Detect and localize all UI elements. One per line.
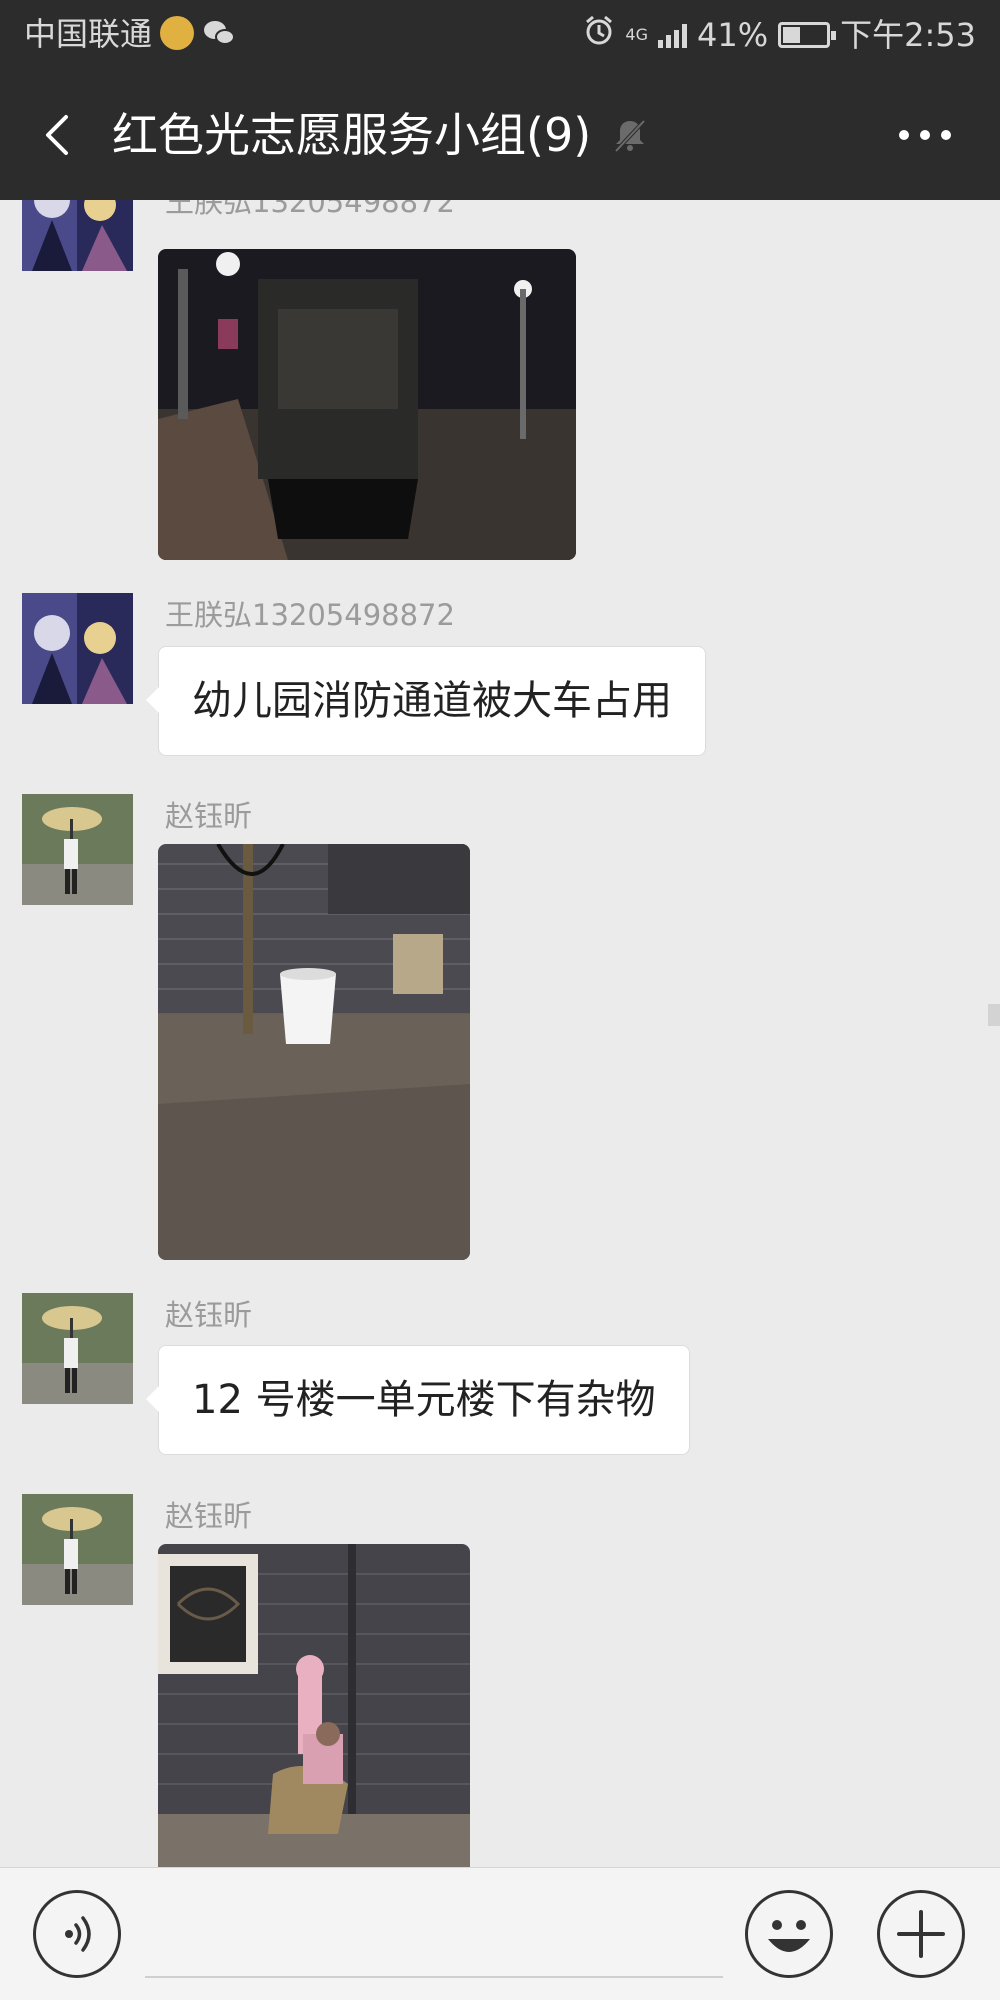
wechat-notification-icon <box>202 16 236 50</box>
emoji-button[interactable] <box>745 1890 833 1978</box>
network-type: 4G <box>625 24 648 44</box>
message-list[interactable]: 王朕弘13205498872 王朕弘13205498872 幼儿园消防通道被大车… <box>0 200 1000 1867</box>
image-message[interactable] <box>158 1544 470 1867</box>
voice-icon <box>65 1916 91 1952</box>
plus-icon <box>897 1910 945 1958</box>
message-text: 幼儿园消防通道被大车占用 <box>192 678 672 724</box>
avatar[interactable] <box>22 593 133 704</box>
sender-name: 王朕弘13205498872 <box>165 200 455 219</box>
battery-percent: 41% <box>697 15 769 54</box>
sender-name: 王朕弘13205498872 <box>165 598 455 632</box>
avatar[interactable] <box>22 794 133 905</box>
plus-button[interactable] <box>877 1890 965 1978</box>
clock: 下午2:53 <box>840 15 976 54</box>
avatar[interactable] <box>22 1494 133 1605</box>
chevron-left-icon <box>46 115 68 155</box>
bell-off-icon <box>610 115 650 155</box>
sender-name: 赵钰昕 <box>165 1499 253 1533</box>
more-dots-icon <box>899 130 951 140</box>
more-button[interactable] <box>890 115 960 155</box>
image-message[interactable] <box>158 249 576 560</box>
avatar[interactable] <box>22 200 133 271</box>
text-message-bubble[interactable]: 12 号楼一单元楼下有杂物 <box>146 1345 690 1455</box>
scroll-indicator[interactable] <box>988 1004 1000 1026</box>
chat-header: 红色光志愿服务小组(9) <box>0 70 1000 200</box>
image-message[interactable] <box>158 844 470 1260</box>
signal-icon <box>658 22 687 48</box>
sender-name: 赵钰昕 <box>165 799 253 833</box>
status-bar: 中国联通 4G 41% 下午2:53 <box>0 0 1000 70</box>
battery-icon <box>778 21 837 48</box>
chat-title[interactable]: 红色光志愿服务小组(9) <box>112 102 591 168</box>
back-button[interactable] <box>30 105 90 165</box>
alarm-icon <box>583 14 615 55</box>
input-bar <box>0 1867 1000 2000</box>
voice-button[interactable] <box>33 1890 121 1978</box>
text-message-bubble[interactable]: 幼儿园消防通道被大车占用 <box>146 646 706 756</box>
message-text: 12 号楼一单元楼下有杂物 <box>192 1377 656 1423</box>
message-input[interactable] <box>145 1976 723 1978</box>
carrier-name: 中国联通 <box>24 15 153 53</box>
smiley-icon <box>768 1920 810 1952</box>
avatar[interactable] <box>22 1293 133 1404</box>
sender-name: 赵钰昕 <box>165 1298 253 1332</box>
notification-badge-icon <box>160 16 194 50</box>
battery-level <box>783 26 801 43</box>
